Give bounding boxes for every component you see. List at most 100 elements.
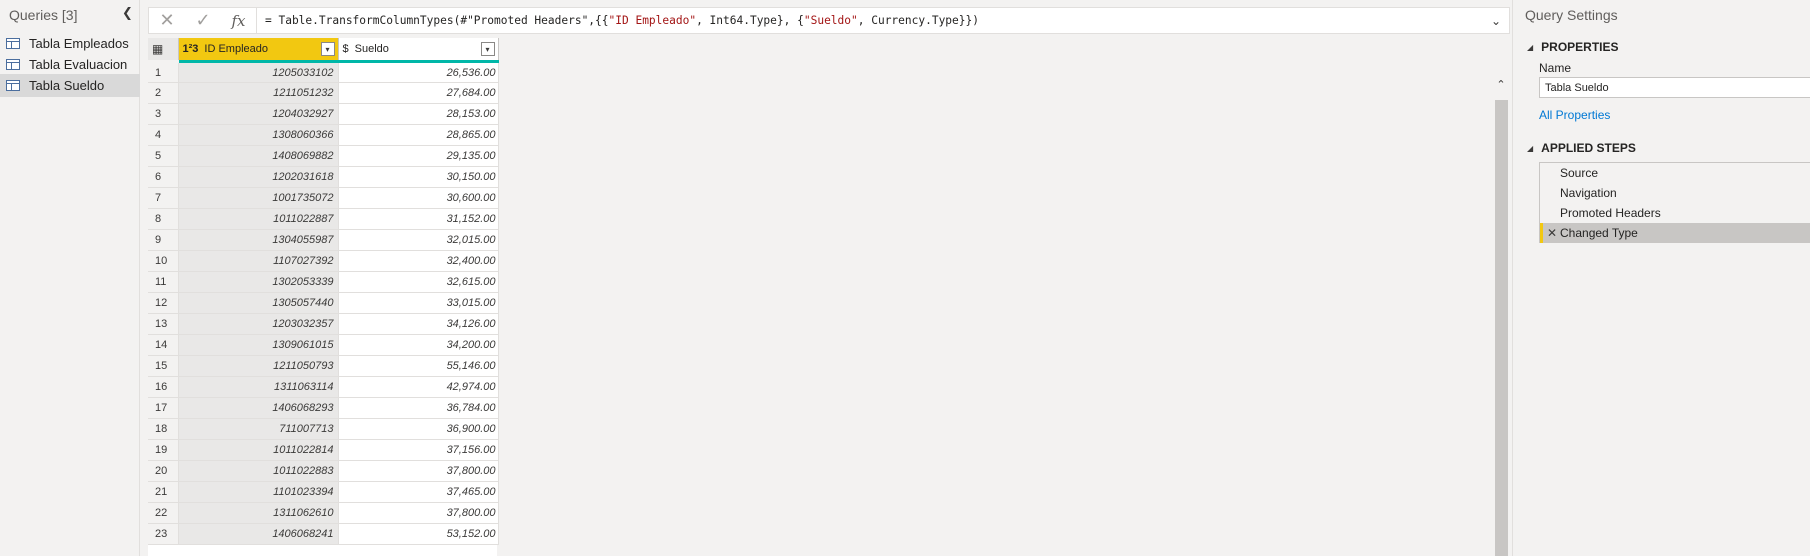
row-number[interactable]: 11	[148, 271, 179, 293]
row-number[interactable]: 23	[148, 523, 179, 545]
step-changed-type[interactable]: ✕ Changed Type	[1540, 223, 1810, 243]
cell-id-empleado[interactable]: 1311062610	[178, 502, 339, 524]
row-number[interactable]: 7	[148, 187, 179, 209]
query-item-tabla-empleados[interactable]: Tabla Empleados	[0, 32, 140, 55]
cell-id-empleado[interactable]: 1406068241	[178, 523, 339, 545]
commit-formula-icon[interactable]: ✓	[185, 8, 221, 33]
row-number[interactable]: 13	[148, 313, 179, 335]
cell-sueldo[interactable]: 42,974.00	[338, 376, 499, 398]
cell-id-empleado[interactable]: 711007713	[178, 418, 339, 440]
row-number[interactable]: 14	[148, 334, 179, 356]
cell-id-empleado[interactable]: 1308060366	[178, 124, 339, 146]
cell-id-empleado[interactable]: 1302053339	[178, 271, 339, 293]
cell-sueldo[interactable]: 26,536.00	[338, 61, 499, 83]
cell-id-empleado[interactable]: 1001735072	[178, 187, 339, 209]
cell-id-empleado[interactable]: 1011022814	[178, 439, 339, 461]
cell-sueldo[interactable]: 36,784.00	[338, 397, 499, 419]
cell-sueldo[interactable]: 30,600.00	[338, 187, 499, 209]
step-label: Source	[1560, 166, 1599, 180]
formula-string: "Sueldo"	[803, 14, 858, 27]
row-number[interactable]: 17	[148, 397, 179, 419]
all-properties-link[interactable]: All Properties	[1539, 108, 1610, 122]
query-item-tabla-sueldo[interactable]: Tabla Sueldo	[0, 74, 140, 97]
cell-id-empleado[interactable]: 1202031618	[178, 166, 339, 188]
cell-sueldo[interactable]: 37,800.00	[338, 460, 499, 482]
cell-id-empleado[interactable]: 1305057440	[178, 292, 339, 314]
row-number[interactable]: 21	[148, 481, 179, 503]
cell-id-empleado[interactable]: 1211050793	[178, 355, 339, 377]
scroll-up-icon[interactable]: ⌃	[1493, 78, 1509, 92]
cell-sueldo[interactable]: 29,135.00	[338, 145, 499, 167]
cell-sueldo[interactable]: 31,152.00	[338, 208, 499, 230]
vertical-scrollbar[interactable]: ⌃	[1493, 70, 1509, 556]
cell-sueldo[interactable]: 32,615.00	[338, 271, 499, 293]
cell-sueldo[interactable]: 37,156.00	[338, 439, 499, 461]
cell-id-empleado[interactable]: 1408069882	[178, 145, 339, 167]
delete-step-icon[interactable]: ✕	[1547, 226, 1557, 240]
row-number[interactable]: 15	[148, 355, 179, 377]
column-header-id-empleado[interactable]: 1²3 ID Empleado ▾	[178, 38, 339, 63]
cell-sueldo[interactable]: 33,015.00	[338, 292, 499, 314]
cell-id-empleado[interactable]: 1101023394	[178, 481, 339, 503]
cell-sueldo[interactable]: 37,465.00	[338, 481, 499, 503]
query-item-tabla-evaluacion[interactable]: Tabla Evaluacion	[0, 53, 140, 76]
formula-input[interactable]: = Table.TransformColumnTypes(#"Promoted …	[257, 14, 1483, 27]
cell-id-empleado[interactable]: 1304055987	[178, 229, 339, 251]
cell-sueldo[interactable]: 36,900.00	[338, 418, 499, 440]
applied-steps-section-header[interactable]: ◢ APPLIED STEPS	[1527, 141, 1636, 155]
whole-number-type-icon[interactable]: 1²3	[183, 43, 199, 55]
row-number[interactable]: 22	[148, 502, 179, 524]
expand-formula-icon[interactable]: ⌄	[1483, 8, 1509, 33]
data-grid: ▦ 1²3 ID Empleado ▾ $ Sueldo ▾ 1 1205033…	[148, 38, 499, 545]
collapse-queries-icon[interactable]: ❮	[122, 5, 136, 23]
cell-sueldo[interactable]: 34,126.00	[338, 313, 499, 335]
cell-id-empleado[interactable]: 1211051232	[178, 82, 339, 104]
cell-sueldo[interactable]: 53,152.00	[338, 523, 499, 545]
row-number[interactable]: 20	[148, 460, 179, 482]
cell-id-empleado[interactable]: 1011022887	[178, 208, 339, 230]
scrollbar-thumb[interactable]	[1495, 100, 1508, 556]
cell-sueldo[interactable]: 28,865.00	[338, 124, 499, 146]
cell-sueldo[interactable]: 30,150.00	[338, 166, 499, 188]
cell-sueldo[interactable]: 27,684.00	[338, 82, 499, 104]
cell-id-empleado[interactable]: 1204032927	[178, 103, 339, 125]
row-number[interactable]: 4	[148, 124, 179, 146]
row-number[interactable]: 2	[148, 82, 179, 104]
cell-sueldo[interactable]: 37,800.00	[338, 502, 499, 524]
cell-id-empleado[interactable]: 1406068293	[178, 397, 339, 419]
cell-sueldo[interactable]: 34,200.00	[338, 334, 499, 356]
cell-sueldo[interactable]: 55,146.00	[338, 355, 499, 377]
row-number[interactable]: 6	[148, 166, 179, 188]
cell-id-empleado[interactable]: 1107027392	[178, 250, 339, 272]
step-promoted-headers[interactable]: Promoted Headers	[1540, 203, 1810, 223]
cell-id-empleado[interactable]: 1011022883	[178, 460, 339, 482]
currency-type-icon[interactable]: $	[343, 43, 349, 55]
row-number[interactable]: 16	[148, 376, 179, 398]
row-number[interactable]: 5	[148, 145, 179, 167]
step-source[interactable]: Source	[1540, 163, 1810, 183]
cell-sueldo[interactable]: 32,015.00	[338, 229, 499, 251]
row-number[interactable]: 1	[148, 61, 179, 83]
cancel-formula-icon[interactable]: ✕	[149, 8, 185, 33]
cell-id-empleado[interactable]: 1205033102	[178, 61, 339, 83]
row-number[interactable]: 9	[148, 229, 179, 251]
cell-id-empleado[interactable]: 1203032357	[178, 313, 339, 335]
table-menu-button[interactable]: ▦	[148, 38, 179, 63]
properties-section-header[interactable]: ◢ PROPERTIES	[1527, 40, 1619, 54]
row-number[interactable]: 3	[148, 103, 179, 125]
column-header-sueldo[interactable]: $ Sueldo ▾	[338, 38, 499, 63]
filter-dropdown-icon[interactable]: ▾	[320, 42, 335, 56]
row-number[interactable]: 8	[148, 208, 179, 230]
step-navigation[interactable]: Navigation	[1540, 183, 1810, 203]
query-name-input[interactable]	[1539, 77, 1810, 98]
fx-icon[interactable]: fx	[221, 8, 257, 33]
cell-sueldo[interactable]: 32,400.00	[338, 250, 499, 272]
row-number[interactable]: 19	[148, 439, 179, 461]
row-number[interactable]: 12	[148, 292, 179, 314]
filter-dropdown-icon[interactable]: ▾	[480, 42, 495, 56]
cell-sueldo[interactable]: 28,153.00	[338, 103, 499, 125]
row-number[interactable]: 10	[148, 250, 179, 272]
row-number[interactable]: 18	[148, 418, 179, 440]
cell-id-empleado[interactable]: 1311063114	[178, 376, 339, 398]
cell-id-empleado[interactable]: 1309061015	[178, 334, 339, 356]
